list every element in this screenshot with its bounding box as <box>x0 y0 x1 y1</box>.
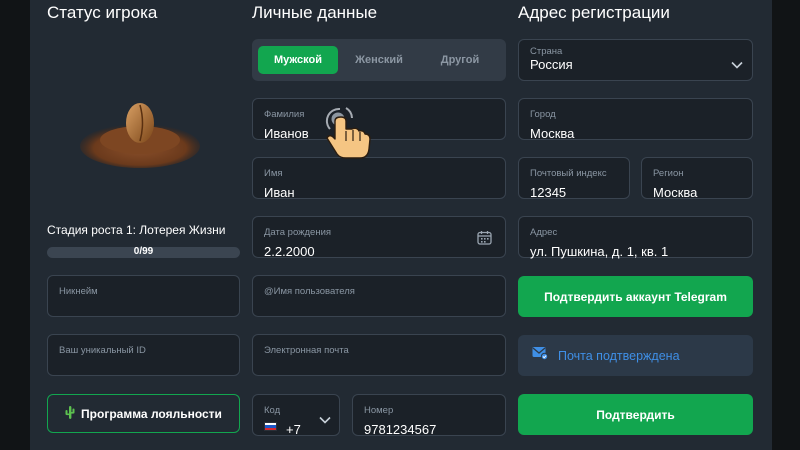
gender-option-male[interactable]: Мужской <box>258 46 338 74</box>
confirm-telegram-button[interactable]: Подтвердить аккаунт Telegram <box>518 276 753 317</box>
surname-label: Фамилия <box>264 109 305 120</box>
pointer-hand-icon <box>320 103 376 171</box>
region-value: Москва <box>653 185 698 200</box>
country-label: Страна <box>530 46 563 57</box>
gender-option-other[interactable]: Другой <box>420 46 500 74</box>
country-code-value: +7 <box>286 422 301 437</box>
loyalty-button-label: Программа лояльности <box>81 406 222 421</box>
street-address-value: ул. Пушкина, д. 1, кв. 1 <box>530 244 669 259</box>
email-field[interactable]: Электронная почта <box>252 334 506 376</box>
region-label: Регион <box>653 168 684 179</box>
calendar-icon[interactable] <box>477 230 492 250</box>
surname-value: Иванов <box>264 126 309 141</box>
postal-code-field[interactable]: Почтовый индекс 12345 <box>518 157 630 200</box>
cactus-icon <box>65 405 75 422</box>
city-value: Москва <box>530 126 575 141</box>
street-address-label: Адрес <box>530 227 558 238</box>
progress-count: 0/99 <box>133 246 154 257</box>
country-code-label: Код <box>264 405 281 416</box>
postal-code-label: Почтовый индекс <box>530 168 607 179</box>
nickname-field[interactable]: Никнейм <box>47 275 240 317</box>
name-label: Имя <box>264 168 283 179</box>
phone-number-label: Номер <box>364 405 394 416</box>
email-label: Электронная почта <box>264 345 349 356</box>
address-heading: Адрес регистрации <box>518 3 670 22</box>
country-code-select[interactable]: Код +7 <box>252 394 340 437</box>
region-field[interactable]: Регион Москва <box>641 157 753 200</box>
gender-selector: Мужской Женский Другой <box>252 39 506 81</box>
birth-date-field[interactable]: Дата рождения 2.2.2000 <box>252 216 506 259</box>
growth-stage: Стадия роста 1: Лотерея Жизни <box>47 223 226 237</box>
email-confirmed-badge: Почта подтверждена <box>518 335 753 376</box>
loyalty-program-button[interactable]: Программа лояльности <box>47 394 240 433</box>
phone-number-field[interactable]: Номер 9781234567 <box>352 394 506 437</box>
street-address-field[interactable]: Адрес ул. Пушкина, д. 1, кв. 1 <box>518 216 753 259</box>
unique-id-label: Ваш уникальный ID <box>59 345 146 356</box>
personal-heading: Личные данные <box>252 3 378 22</box>
gender-option-female[interactable]: Женский <box>339 46 419 74</box>
seed-illustration <box>75 98 205 178</box>
mail-check-icon <box>532 346 549 365</box>
russia-flag-icon <box>264 422 277 431</box>
name-value: Иван <box>264 185 295 200</box>
postal-code-value: 12345 <box>530 185 567 200</box>
surname-field[interactable]: Фамилия Иванов <box>252 98 506 141</box>
name-field[interactable]: Имя Иван <box>252 157 506 200</box>
nickname-label: Никнейм <box>59 286 98 297</box>
birth-date-label: Дата рождения <box>264 227 332 238</box>
country-select[interactable]: Страна Россия <box>518 39 753 81</box>
chevron-down-icon <box>319 411 331 429</box>
email-confirmed-text: Почта подтверждена <box>558 348 680 363</box>
status-heading: Статус игрока <box>47 3 158 22</box>
city-field[interactable]: Город Москва <box>518 98 753 141</box>
birth-date-value: 2.2.2000 <box>264 244 315 259</box>
username-field[interactable]: @Имя пользователя <box>252 275 506 317</box>
unique-id-field[interactable]: Ваш уникальный ID <box>47 334 240 376</box>
country-value: Россия <box>530 57 573 72</box>
phone-number-value: 9781234567 <box>364 422 437 437</box>
city-label: Город <box>530 109 556 120</box>
chevron-down-icon <box>731 56 743 74</box>
confirm-button[interactable]: Подтвердить <box>518 394 753 435</box>
username-label: @Имя пользователя <box>264 286 355 297</box>
growth-progress-bar: 0/99 <box>47 246 240 258</box>
